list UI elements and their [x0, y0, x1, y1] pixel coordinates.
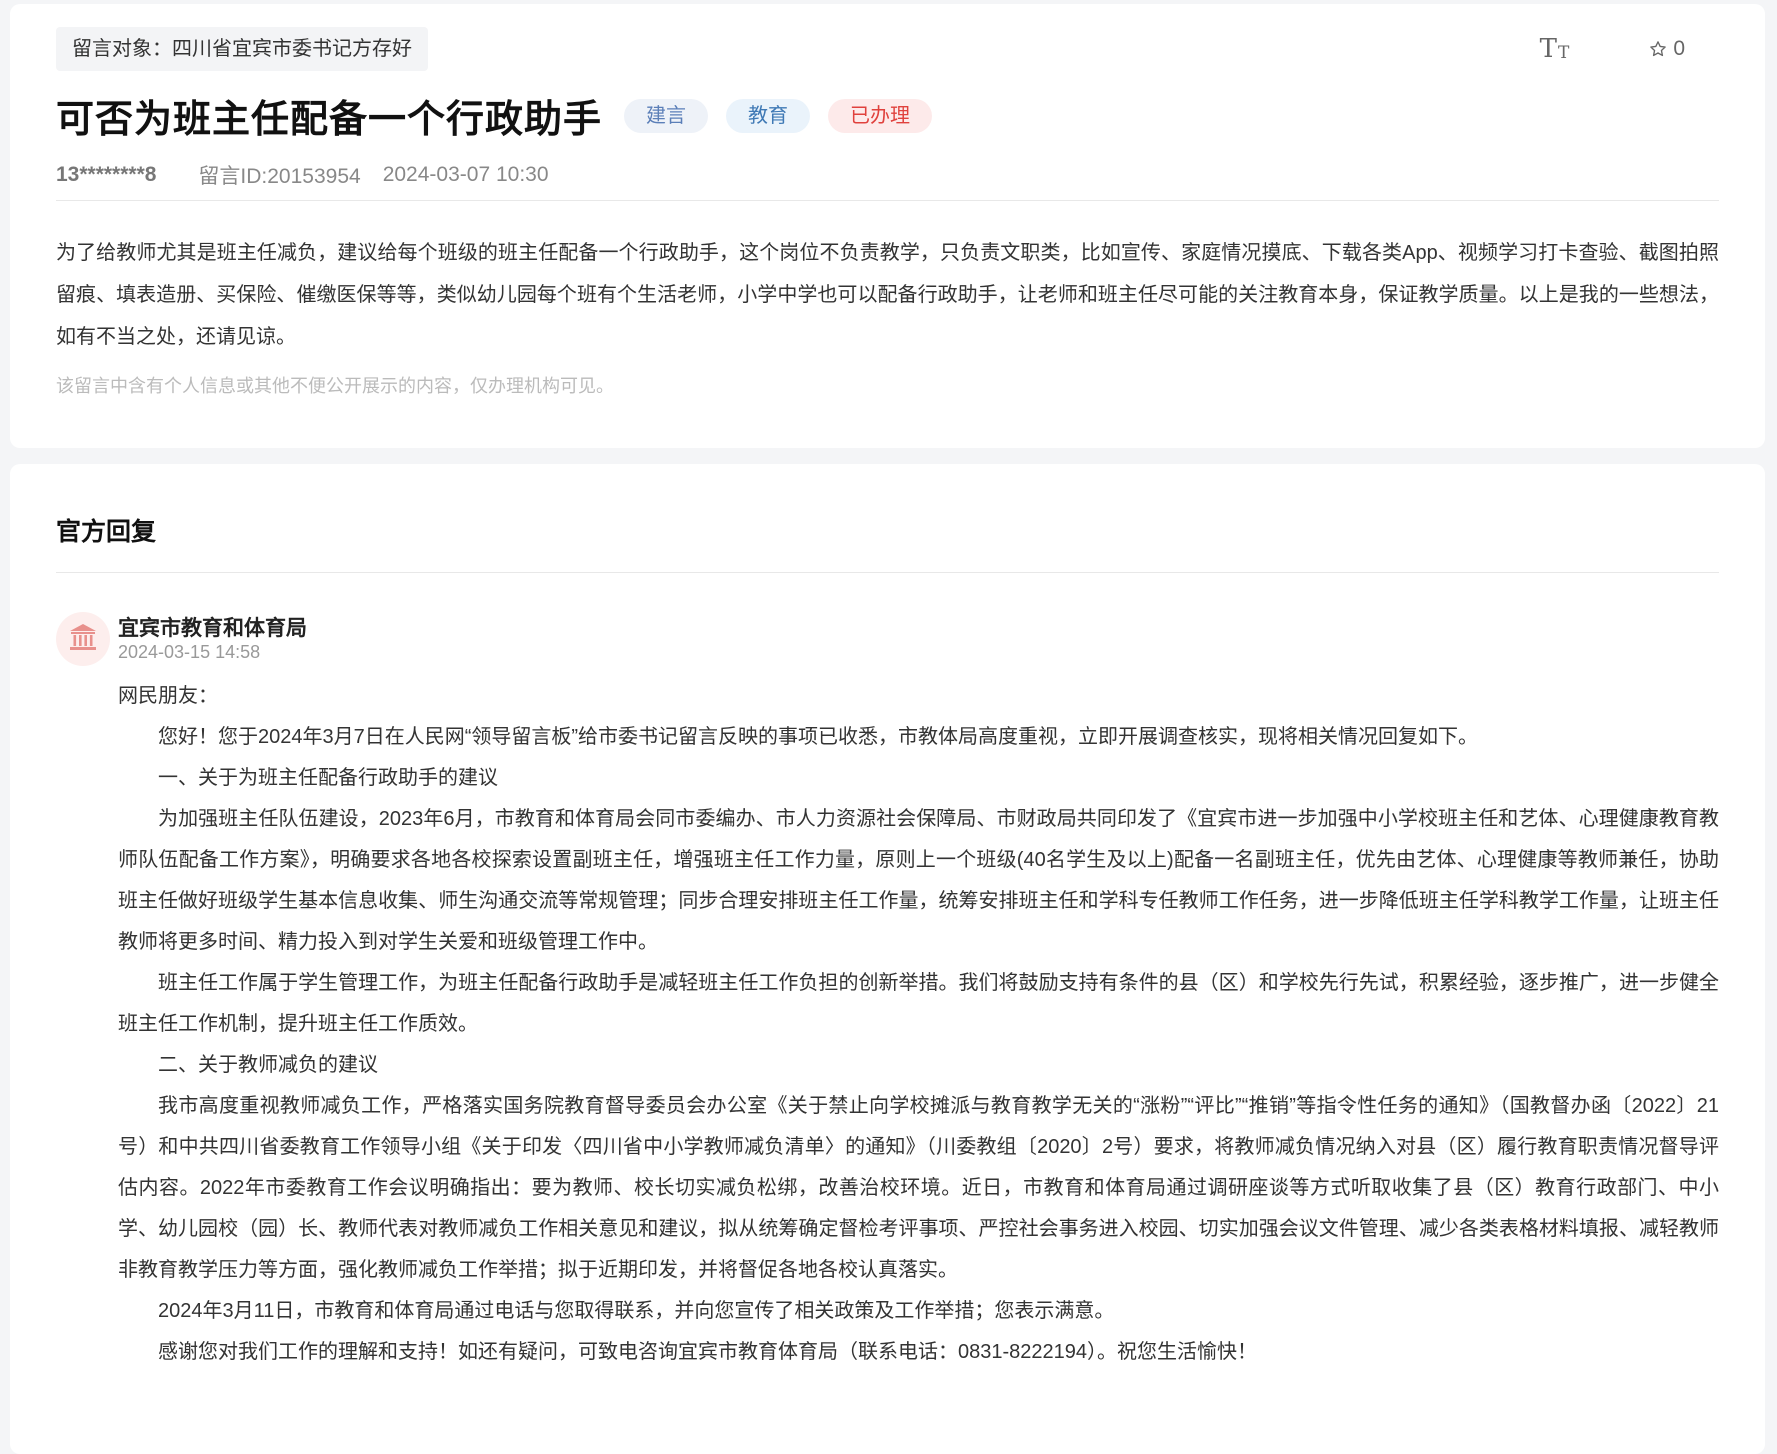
- divider: [56, 572, 1719, 573]
- divider: [56, 200, 1719, 201]
- government-building-icon: [67, 621, 99, 658]
- star-outline-icon: [1649, 40, 1667, 58]
- reply-body: 网民朋友： 您好！您于2024年3月7日在人民网“领导留言板”给市委书记留言反映…: [118, 676, 1719, 1373]
- favorite-count: 0: [1673, 37, 1685, 61]
- message-title: 可否为班主任配备一个行政助手: [56, 88, 602, 143]
- message-id: 留言ID:20153954: [198, 160, 360, 190]
- reply-section-heading: 二、关于教师减负的建议: [118, 1045, 1719, 1086]
- reply-paragraph: 感谢您对我们工作的理解和支持！如还有疑问，可致电咨询宜宾市教育体育局（联系电话：…: [118, 1332, 1719, 1373]
- reply-paragraph: 2024年3月11日，市教育和体育局通过电话与您取得联系，并向您宣传了相关政策及…: [118, 1291, 1719, 1332]
- org-name: 宜宾市教育和体育局: [118, 612, 307, 642]
- status-badge: 已办理: [828, 99, 932, 133]
- message-time: 2024-03-07 10:30: [383, 163, 549, 187]
- reply-paragraph: 我市高度重视教师减负工作，严格落实国务院教育督导委员会办公室《关于禁止向学校摊派…: [118, 1086, 1719, 1291]
- font-size-icon: TT: [1540, 36, 1570, 62]
- reply-paragraph: 您好！您于2024年3月7日在人民网“领导留言板”给市委书记留言反映的事项已收悉…: [118, 717, 1719, 758]
- message-card: 留言对象：四川省宜宾市委书记方存好 TT 0 可否为班主任配备一个行政助手 建言…: [10, 4, 1765, 448]
- message-meta: 13********8 留言ID:20153954 2024-03-07 10:…: [56, 160, 549, 190]
- font-size-button[interactable]: TT: [1540, 36, 1570, 62]
- privacy-note: 该留言中含有个人信息或其他不便公开展示的内容，仅办理机构可见。: [56, 372, 614, 398]
- reply-paragraph: 为加强班主任队伍建设，2023年6月，市教育和体育局会同市委编办、市人力资源社会…: [118, 799, 1719, 963]
- message-author: 13********8: [56, 163, 156, 187]
- reply-paragraph: 班主任工作属于学生管理工作，为班主任配备行政助手是减轻班主任工作负担的创新举措。…: [118, 963, 1719, 1045]
- favorite-button[interactable]: 0: [1649, 37, 1685, 61]
- message-toolbar: TT 0: [1540, 36, 1685, 62]
- title-row: 可否为班主任配备一个行政助手 建言 教育 已办理: [56, 88, 950, 143]
- type-badge: 建言: [624, 99, 708, 133]
- reply-heading: 官方回复: [56, 512, 156, 548]
- reply-section-heading: 一、关于为班主任配备行政助手的建议: [118, 758, 1719, 799]
- message-body: 为了给教师尤其是班主任减负，建议给每个班级的班主任配备一个行政助手，这个岗位不负…: [56, 232, 1719, 358]
- reply-time: 2024-03-15 14:58: [118, 642, 260, 663]
- field-badge: 教育: [726, 99, 810, 133]
- org-avatar: [56, 612, 110, 666]
- message-target: 留言对象：四川省宜宾市委书记方存好: [56, 27, 428, 71]
- reply-card: 官方回复 宜宾市教育和体育局 2024-03-15 14:58 网民朋友： 您好…: [10, 464, 1765, 1454]
- reply-greeting: 网民朋友：: [118, 676, 1719, 717]
